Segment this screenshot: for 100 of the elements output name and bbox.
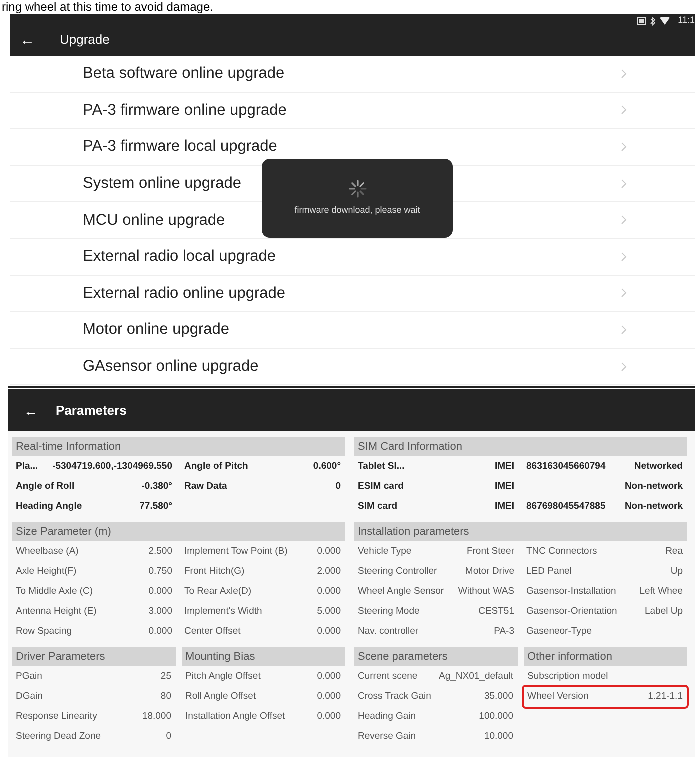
menu-item[interactable]: GAsensor online upgrade bbox=[10, 348, 695, 386]
parameter-label: Pitch Angle Offset bbox=[186, 670, 261, 684]
parameter-value: IMEI bbox=[494, 480, 514, 494]
parameter-label: Vehicle Type bbox=[358, 545, 412, 560]
parameter-value: 77.580° bbox=[140, 500, 172, 514]
menu-item[interactable]: Motor online upgrade bbox=[10, 312, 695, 349]
chevron-right-icon bbox=[621, 324, 627, 335]
parameter-label: Wheelbase (A) bbox=[16, 545, 79, 560]
section-header: Installation parameters bbox=[354, 522, 687, 542]
parameter-label: PGain bbox=[16, 670, 42, 684]
parameter-label: TNC Connectors bbox=[526, 545, 598, 560]
parameter-label: 867698045547885 bbox=[526, 500, 606, 514]
section-header: Real-time Information bbox=[12, 437, 345, 456]
parameter-value: 0.000 bbox=[317, 545, 341, 560]
section-header: Other information bbox=[524, 647, 687, 666]
parameter-value: 0.000 bbox=[148, 625, 172, 640]
chevron-right-icon bbox=[621, 362, 627, 372]
chevron-right-icon bbox=[621, 215, 627, 226]
parameter-value: 100.000 bbox=[479, 710, 514, 724]
parameter-label: Gasensor-Orientation bbox=[526, 605, 618, 620]
parameter-label: Pla... bbox=[16, 460, 38, 474]
chevron-right-icon bbox=[621, 252, 627, 262]
parameter-value: Motor Drive bbox=[465, 565, 514, 580]
parameter-value: 5.000 bbox=[317, 605, 341, 620]
parameter-label: ESIM card bbox=[358, 480, 404, 494]
cast-icon bbox=[637, 17, 646, 25]
parameter-value: 0.000 bbox=[317, 585, 341, 600]
dialog-message: firmware download, please wait bbox=[294, 204, 420, 217]
parameter-label: 863163045660794 bbox=[526, 460, 606, 474]
parameter-label: Wheel Version bbox=[528, 690, 589, 704]
section-header: Scene parameters bbox=[354, 647, 518, 666]
parameter-value: 35.000 bbox=[484, 690, 514, 704]
parameter-label: Implement Tow Point (B) bbox=[184, 545, 288, 560]
parameter-value: Ag_NX01_default bbox=[439, 670, 514, 684]
menu-item[interactable]: PA-3 firmware online upgrade bbox=[10, 92, 695, 130]
parameter-label: Axle Height(F) bbox=[16, 565, 77, 580]
chevron-right-icon bbox=[621, 288, 627, 298]
section-header: Size Parameter (m) bbox=[12, 522, 345, 542]
parameter-value: PA-3 bbox=[494, 625, 514, 640]
parameter-value: 10.000 bbox=[484, 730, 514, 744]
parameter-value: Front Steer bbox=[466, 545, 514, 560]
parameter-value: CEST51 bbox=[478, 605, 514, 620]
parameter-label: Tablet SI... bbox=[358, 460, 405, 474]
parameter-value: IMEI bbox=[494, 500, 514, 514]
parameter-value: Rea bbox=[666, 545, 683, 560]
section-header: Driver Parameters bbox=[12, 647, 176, 666]
parameter-label: LED Panel bbox=[526, 565, 572, 580]
parameter-label: Angle of Pitch bbox=[184, 460, 248, 474]
parameter-label: Cross Track Gain bbox=[358, 690, 432, 704]
parameter-label: Antenna Height (E) bbox=[16, 605, 97, 620]
parameter-value: 3.000 bbox=[148, 605, 172, 620]
parameter-value: 2.500 bbox=[148, 545, 172, 560]
parameter-label: Current scene bbox=[358, 670, 418, 684]
menu-item[interactable]: Beta software online upgrade bbox=[10, 56, 695, 93]
parameter-value: 0 bbox=[336, 480, 341, 494]
parameter-label: Roll Angle Offset bbox=[186, 690, 256, 704]
parameter-value: 1.21-1.1 bbox=[648, 690, 683, 704]
parameter-label: To Rear Axle(D) bbox=[184, 585, 252, 600]
chevron-right-icon bbox=[621, 105, 627, 116]
parameter-label: SIM card bbox=[358, 500, 398, 514]
chevron-right-icon bbox=[621, 178, 627, 189]
back-button[interactable]: ← bbox=[24, 404, 44, 418]
parameter-value: 18.000 bbox=[142, 710, 172, 724]
parameter-label: Reverse Gain bbox=[358, 730, 416, 744]
parameter-label: DGain bbox=[16, 690, 43, 704]
parameter-label: Steering Controller bbox=[358, 565, 438, 580]
parameter-label: Row Spacing bbox=[16, 625, 72, 640]
parameter-label: Steering Mode bbox=[358, 605, 420, 620]
parameter-label: Raw Data bbox=[184, 480, 228, 494]
document-text: ring wheel at this time to avoid damage. bbox=[1, 0, 214, 14]
back-button[interactable]: ← bbox=[20, 32, 50, 48]
parameter-label: Nav. controller bbox=[358, 625, 419, 640]
parameter-label: Center Offset bbox=[184, 625, 241, 640]
parameter-label: Front Hitch(G) bbox=[184, 565, 245, 580]
parameter-value: 0.600° bbox=[313, 460, 341, 474]
parameter-value: 0 bbox=[166, 730, 172, 744]
parameter-label: Gasensor-Installation bbox=[526, 585, 616, 600]
parameter-value: Non-network bbox=[624, 500, 683, 514]
section-header: Mounting Bias bbox=[182, 647, 345, 666]
parameter-label: Installation Angle Offset bbox=[186, 710, 286, 724]
parameter-value: 0.000 bbox=[317, 625, 341, 640]
parameter-value: 0.000 bbox=[148, 585, 172, 600]
parameter-label: Response Linearity bbox=[16, 710, 98, 724]
parameter-label: Angle of Roll bbox=[16, 480, 75, 494]
parameter-value: Networked bbox=[634, 460, 683, 474]
bluetooth-icon bbox=[650, 16, 656, 26]
parameter-label: Implement's Width bbox=[184, 605, 262, 620]
menu-item[interactable]: External radio online upgrade bbox=[10, 276, 695, 312]
chevron-right-icon bbox=[621, 68, 627, 79]
status-time: 11:1 bbox=[678, 14, 695, 28]
screen-title: Upgrade bbox=[60, 31, 110, 50]
parameter-value: 25 bbox=[160, 670, 172, 684]
parameter-label: Subscription model bbox=[528, 670, 608, 684]
parameter-value: Up bbox=[670, 565, 683, 580]
parameter-value: 2.000 bbox=[317, 565, 341, 580]
chevron-right-icon bbox=[621, 142, 627, 152]
parameter-value: 0.000 bbox=[317, 710, 341, 724]
parameter-label: Heading Gain bbox=[358, 710, 416, 724]
parameter-label: Heading Angle bbox=[16, 500, 82, 514]
parameter-value: 0.750 bbox=[148, 565, 172, 580]
